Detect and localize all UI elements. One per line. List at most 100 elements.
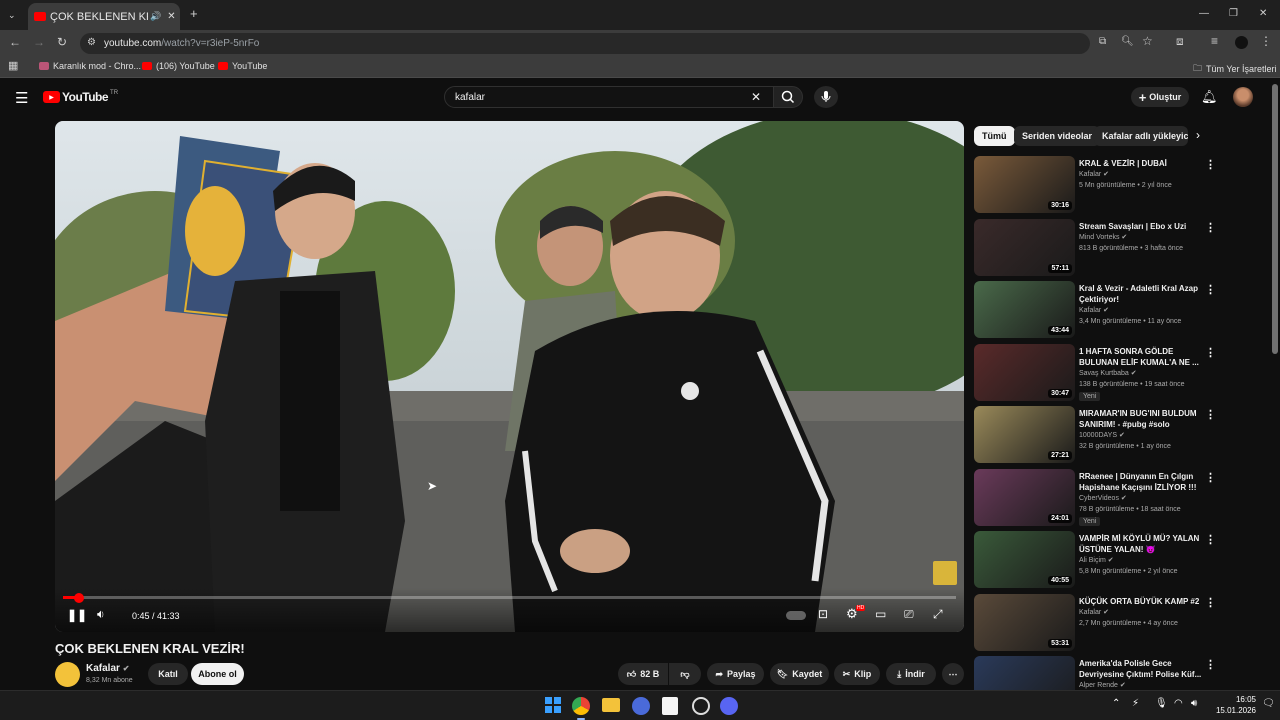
recommendation-title[interactable]: Stream Savaşları | Ebo x Uzi (1079, 221, 1205, 232)
autoplay-toggle[interactable] (786, 611, 806, 620)
file-explorer-icon[interactable] (602, 698, 620, 712)
minimize-icon[interactable]: — (1199, 8, 1209, 20)
recommendation-title[interactable]: 1 HAFTA SONRA GÖLDE BULUNAN ELİF KUMAL'A… (1079, 346, 1205, 368)
download-button[interactable]: ⤓ İndir (886, 663, 936, 685)
more-options-icon[interactable]: ⋮ (1205, 471, 1216, 484)
fullscreen-icon[interactable]: ⤢ (933, 607, 943, 622)
more-options-icon[interactable]: ⋮ (1205, 533, 1216, 546)
more-options-icon[interactable]: ⋮ (1205, 596, 1216, 609)
hamburger-menu-icon[interactable]: ☰ (15, 89, 28, 107)
video-thumbnail[interactable]: 53:31 (974, 593, 1075, 651)
volume-icon[interactable]: 🔉︎ (97, 607, 105, 622)
chip-uploader[interactable]: Kafalar adlı yükleyici (1094, 126, 1188, 146)
more-options-icon[interactable]: ⋮ (1205, 658, 1216, 671)
youtube-logo[interactable]: ▶ YouTube TR (43, 90, 118, 104)
bookmark-item[interactable]: (106) YouTube (142, 61, 215, 71)
wifi-icon[interactable]: ◠ (1174, 698, 1183, 709)
recommendation-title[interactable]: KÜÇÜK ORTA BÜYÜK KAMP #2 (1079, 596, 1205, 607)
start-menu-icon[interactable] (545, 697, 561, 713)
new-tab-icon[interactable]: + (190, 7, 198, 20)
notification-center-icon[interactable]: 🗨︎ (1262, 698, 1275, 709)
recommendation-channel[interactable]: Mind Vorteks ✔ (1079, 233, 1127, 241)
recommendation-channel[interactable]: Savaş Kurtbaba ✔ (1079, 369, 1137, 377)
zoom-icon[interactable]: 🔍︎ (1121, 36, 1134, 48)
recommendation-item[interactable]: 40:55 VAMPİR Mİ KÖYLÜ MÜ? YALAN ÜSTÜNE YA… (974, 531, 1274, 591)
miniplayer-icon[interactable]: ▭ (875, 607, 886, 621)
tab-search-icon[interactable]: ⌄ (8, 9, 16, 21)
cast-icon[interactable]: ⎚ (904, 607, 914, 622)
recommendation-channel[interactable]: CyberVideos ✔ (1079, 494, 1127, 502)
chevron-right-icon[interactable]: › (1196, 128, 1200, 142)
all-bookmarks[interactable]: 🗀 Tüm Yer İşaretleri (1193, 61, 1277, 77)
tray-chevron-icon[interactable]: ⌃ (1112, 698, 1120, 709)
more-options-icon[interactable]: ⋮ (1205, 283, 1216, 296)
browser-tab[interactable]: ÇOK BEKLENEN KRAL VEZİR 🔊 ✕ (28, 3, 180, 30)
like-button[interactable]: 👍︎ 82 B (618, 663, 668, 685)
search-button[interactable] (773, 86, 803, 108)
more-options-icon[interactable]: ⋮ (1205, 221, 1216, 234)
clip-button[interactable]: ✂ Klip (834, 663, 880, 685)
more-options-icon[interactable]: ⋮ (1205, 346, 1216, 359)
create-button[interactable]: + Oluştur (1131, 87, 1189, 107)
taskbar-clock[interactable]: 16:05 15.01.2026 (1210, 694, 1256, 716)
audio-playing-icon[interactable]: 🔊 (150, 11, 161, 22)
install-app-icon[interactable]: ⧉ (1099, 36, 1106, 48)
recommendation-channel[interactable]: Kafalar ✔ (1079, 306, 1109, 314)
page-scrollbar[interactable] (1272, 84, 1278, 354)
volume-tray-icon[interactable]: 🔊︎ (1191, 698, 1197, 709)
recommendation-title[interactable]: Kral & Vezir - Adaletli Kral Azap Çektir… (1079, 283, 1205, 305)
video-thumbnail[interactable]: 24:01 (974, 468, 1075, 526)
clear-search-icon[interactable]: ✕ (751, 90, 761, 104)
back-icon[interactable]: ← (9, 36, 21, 48)
bookmark-star-icon[interactable]: ☆ (1142, 35, 1153, 47)
subtitles-icon[interactable]: ⊡ (818, 607, 828, 621)
app-icon[interactable] (632, 697, 650, 715)
bookmark-item[interactable]: YouTube (218, 61, 267, 71)
more-actions-button[interactable]: ⋯ (942, 663, 964, 685)
notes-app-icon[interactable] (662, 697, 678, 715)
chrome-taskbar-icon[interactable] (572, 697, 590, 715)
video-thumbnail[interactable]: 40:55 (974, 531, 1075, 588)
progress-bar[interactable] (63, 592, 956, 603)
recommendation-channel[interactable]: Ali Biçim ✔ (1079, 556, 1114, 564)
apps-grid-icon[interactable]: ▦ (8, 60, 18, 72)
recommendation-item[interactable]: 30:47 1 HAFTA SONRA GÖLDE BULUNAN ELİF KU… (974, 343, 1274, 404)
dislike-button[interactable]: 👎︎ (669, 663, 701, 685)
video-thumbnail[interactable]: 30:16 (974, 156, 1075, 213)
recommendation-channel[interactable]: Alper Rende ✔ (1079, 681, 1126, 689)
save-button[interactable]: 🔖︎ Kaydet (770, 663, 829, 685)
recommendation-title[interactable]: Amerika'da Polisle Gece Devriyesine Çıkt… (1079, 658, 1205, 680)
recommendation-title[interactable]: KRAL & VEZİR | DUBAİ (1079, 158, 1205, 169)
profile-avatar[interactable] (1235, 36, 1248, 49)
join-button[interactable]: Katıl (148, 663, 188, 685)
pause-icon[interactable]: ❚❚ (67, 608, 87, 622)
recommendation-item[interactable]: 57:11 Stream Savaşları | Ebo x Uzi Mind Vo… (974, 218, 1274, 279)
recommendation-title[interactable]: VAMPİR Mİ KÖYLÜ MÜ? YALAN ÜSTÜNE YALAN! … (1079, 533, 1205, 555)
subscribe-button[interactable]: Abone ol (191, 663, 244, 685)
voice-search-button[interactable] (814, 86, 838, 108)
close-tab-icon[interactable]: ✕ (167, 11, 175, 22)
channel-name[interactable]: Kafalar ✔ (86, 663, 129, 674)
recommendation-channel[interactable]: Kafalar ✔ (1079, 170, 1109, 178)
url-field[interactable]: ⚙ youtube.com/watch?v=r3ieP-5nrFo (80, 33, 1090, 54)
forward-icon[interactable]: → (33, 36, 45, 48)
video-thumbnail[interactable]: 30:47 (974, 343, 1075, 401)
extensions-icon[interactable]: ⧈ (1176, 35, 1184, 47)
video-thumbnail[interactable]: 43:44 (974, 281, 1075, 338)
more-options-icon[interactable]: ⋮ (1205, 408, 1216, 421)
video-thumbnail[interactable]: 57:11 (974, 218, 1075, 276)
notifications-bell-icon[interactable]: 🔔︎ (1201, 89, 1218, 105)
recommendation-item[interactable]: 24:01 RRaenee | Dünyanın En Çılgın Hapish… (974, 468, 1274, 529)
recommendation-item[interactable]: 27:21 MIRAMAR'IN BUG'INI BULDUM SANIRIM! … (974, 406, 1274, 466)
recommendation-item[interactable]: 43:44 Kral & Vezir - Adaletli Kral Azap Ç… (974, 281, 1274, 341)
media-controls-icon[interactable]: ≡ (1211, 35, 1218, 47)
close-window-icon[interactable]: ✕ (1259, 8, 1267, 20)
share-button[interactable]: ➦ Paylaş (707, 663, 764, 685)
recommendation-channel[interactable]: 10000DAYS ✔ (1079, 431, 1125, 439)
recommendation-title[interactable]: MIRAMAR'IN BUG'INI BULDUM SANIRIM! - #pu… (1079, 408, 1205, 430)
site-info-icon[interactable]: ⚙ (87, 37, 96, 48)
video-thumbnail[interactable]: 27:21 (974, 406, 1075, 463)
network-icon[interactable]: ⚡︎ (1132, 698, 1139, 709)
more-options-icon[interactable]: ⋮ (1205, 158, 1216, 171)
recommendation-channel[interactable]: Kafalar ✔ (1079, 608, 1109, 616)
